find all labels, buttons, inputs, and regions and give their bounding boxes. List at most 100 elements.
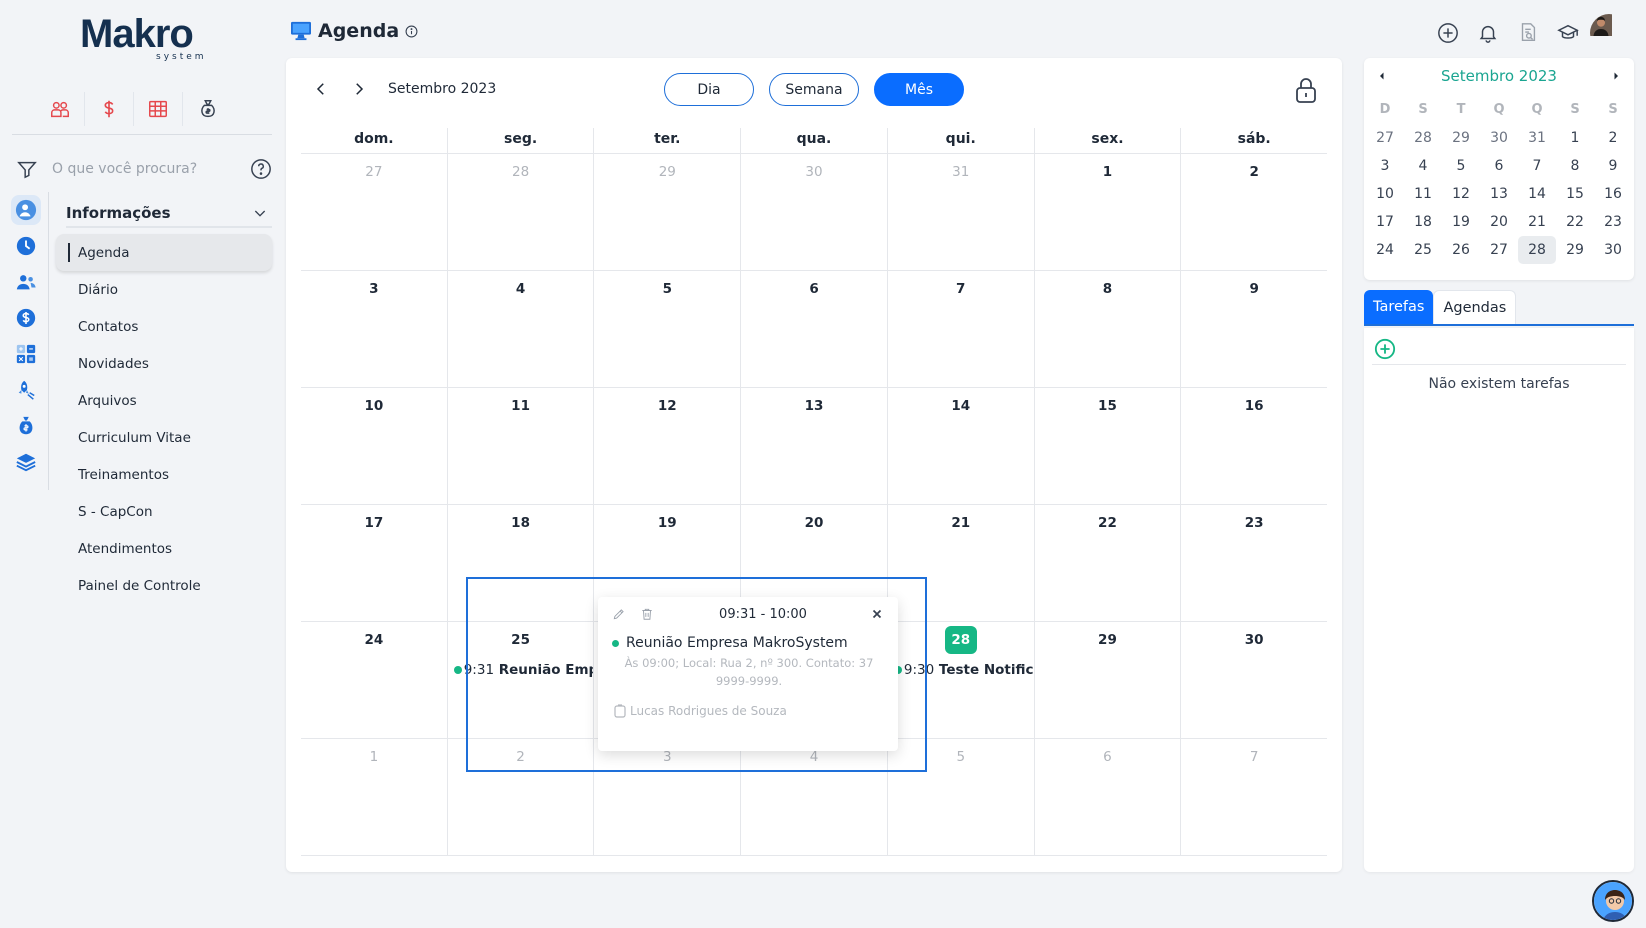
rail-rocket[interactable]	[0, 372, 52, 408]
mini-calendar-day[interactable]: 22	[1556, 208, 1594, 236]
assistant-avatar[interactable]	[1592, 880, 1634, 922]
calendar-day-cell[interactable]: 14	[888, 388, 1035, 504]
mini-calendar-day[interactable]: 31	[1518, 124, 1556, 152]
chevron-right-icon[interactable]	[1610, 70, 1622, 82]
mini-calendar-day[interactable]: 4	[1404, 152, 1442, 180]
calendar-day-cell[interactable]: 31	[888, 154, 1035, 270]
calendar-day-cell[interactable]: 13	[741, 388, 888, 504]
rail-users[interactable]	[0, 264, 52, 300]
rail-finance[interactable]	[0, 300, 52, 336]
calendar-day-cell[interactable]: 7	[1181, 739, 1327, 855]
chevron-right-icon[interactable]	[350, 80, 368, 98]
info-icon[interactable]	[405, 25, 418, 38]
sidebar-item-capcon[interactable]: S - CapCon	[56, 493, 272, 530]
mini-calendar-day[interactable]: 13	[1480, 180, 1518, 208]
mini-calendar-day[interactable]: 12	[1442, 180, 1480, 208]
mini-calendar-day[interactable]: 6	[1480, 152, 1518, 180]
sidebar-item-agenda[interactable]: Agenda	[56, 234, 272, 271]
rail-calculator[interactable]	[0, 336, 52, 372]
calendar-day-cell[interactable]: 4	[448, 271, 595, 387]
reports-button[interactable]	[1508, 14, 1548, 52]
sidebar-item-treinamentos[interactable]: Treinamentos	[56, 456, 272, 493]
mini-calendar-day[interactable]: 1	[1556, 124, 1594, 152]
mini-calendar-day[interactable]: 11	[1404, 180, 1442, 208]
mini-calendar-day[interactable]: 5	[1442, 152, 1480, 180]
mini-calendar-day[interactable]: 28	[1404, 124, 1442, 152]
mini-calendar-day[interactable]: 2	[1594, 124, 1632, 152]
mini-calendar-day[interactable]: 19	[1442, 208, 1480, 236]
rail-layers[interactable]	[0, 444, 52, 480]
sidebar-item-novidades[interactable]: Novidades	[56, 345, 272, 382]
help-icon[interactable]	[250, 158, 272, 180]
calendar-day-cell[interactable]: 6	[741, 271, 888, 387]
calendar-day-cell[interactable]: 1	[1035, 154, 1182, 270]
sidebar-item-painel[interactable]: Painel de Controle	[56, 567, 272, 604]
mini-calendar-day[interactable]: 29	[1556, 236, 1594, 264]
view-month-button[interactable]: Mês	[874, 73, 964, 106]
table-icon[interactable]	[134, 92, 183, 126]
user-avatar[interactable]	[1590, 14, 1628, 52]
mini-calendar-day[interactable]: 20	[1480, 208, 1518, 236]
sidebar-item-contatos[interactable]: Contatos	[56, 308, 272, 345]
mini-calendar-day[interactable]: 10	[1366, 180, 1404, 208]
add-button[interactable]	[1428, 14, 1468, 52]
rail-clock[interactable]	[0, 228, 52, 264]
mini-calendar-day[interactable]: 14	[1518, 180, 1556, 208]
sidebar-item-curriculum[interactable]: Curriculum Vitae	[56, 419, 272, 456]
mini-calendar-day[interactable]: 15	[1556, 180, 1594, 208]
brand-logo[interactable]: Makro system	[80, 14, 210, 62]
mini-calendar-day[interactable]: 8	[1556, 152, 1594, 180]
money-bag-icon[interactable]	[183, 92, 232, 126]
calendar-day-cell[interactable]: 5	[594, 271, 742, 387]
mini-calendar-day[interactable]: 7	[1518, 152, 1556, 180]
mini-calendar-day[interactable]: 16	[1594, 180, 1632, 208]
calendar-day-cell[interactable]: 8	[1035, 271, 1182, 387]
calendar-day-cell[interactable]: 29	[1035, 622, 1182, 738]
search-input[interactable]: O que você procura?	[52, 161, 250, 177]
sidebar-item-diario[interactable]: Diário	[56, 271, 272, 308]
calendar-day-cell[interactable]: 3	[301, 271, 448, 387]
mini-calendar-day[interactable]: 28	[1518, 236, 1556, 264]
calendar-day-cell[interactable]: 27	[301, 154, 448, 270]
mini-calendar-day[interactable]: 24	[1366, 236, 1404, 264]
mini-calendar-day[interactable]: 27	[1480, 236, 1518, 264]
trash-icon[interactable]	[640, 607, 654, 621]
sidebar-item-arquivos[interactable]: Arquivos	[56, 382, 272, 419]
calendar-day-cell[interactable]: 30	[741, 154, 888, 270]
calendar-day-cell[interactable]: 30	[1181, 622, 1327, 738]
mini-calendar-day[interactable]: 29	[1442, 124, 1480, 152]
sidebar-item-atendimentos[interactable]: Atendimentos	[56, 530, 272, 567]
calendar-day-cell[interactable]: 6	[1035, 739, 1182, 855]
mini-calendar-day[interactable]: 27	[1366, 124, 1404, 152]
rail-user-info[interactable]	[0, 192, 52, 228]
calendar-day-cell[interactable]: 22	[1035, 505, 1182, 621]
view-day-button[interactable]: Dia	[664, 73, 754, 106]
tab-tarefas[interactable]: Tarefas	[1364, 290, 1434, 324]
chevron-down-icon[interactable]	[252, 205, 268, 221]
calendar-day-cell[interactable]: 24	[301, 622, 448, 738]
training-button[interactable]	[1548, 14, 1588, 52]
calendar-day-cell[interactable]: 12	[594, 388, 742, 504]
edit-icon[interactable]	[612, 607, 626, 621]
calendar-day-cell[interactable]: 1	[301, 739, 448, 855]
view-week-button[interactable]: Semana	[769, 73, 859, 106]
close-icon[interactable]	[870, 607, 884, 621]
mini-calendar-day[interactable]: 18	[1404, 208, 1442, 236]
mini-calendar-day[interactable]: 23	[1594, 208, 1632, 236]
dollar-icon[interactable]	[85, 92, 134, 126]
rail-money[interactable]	[0, 408, 52, 444]
calendar-day-cell[interactable]: 28	[448, 154, 595, 270]
mini-calendar-day[interactable]: 9	[1594, 152, 1632, 180]
add-task-icon[interactable]	[1374, 338, 1396, 360]
section-header-informacoes[interactable]: Informações	[66, 200, 272, 228]
chevron-left-icon[interactable]	[312, 80, 330, 98]
mini-calendar-day[interactable]: 25	[1404, 236, 1442, 264]
calendar-day-cell[interactable]: 7	[888, 271, 1035, 387]
people-icon[interactable]	[36, 92, 85, 126]
calendar-day-cell[interactable]: 9	[1181, 271, 1327, 387]
filter-icon[interactable]	[16, 158, 38, 180]
mini-calendar-day[interactable]: 26	[1442, 236, 1480, 264]
chevron-left-icon[interactable]	[1376, 70, 1388, 82]
sidebar-search[interactable]: O que você procura?	[16, 155, 272, 183]
calendar-day-cell[interactable]: 11	[448, 388, 595, 504]
